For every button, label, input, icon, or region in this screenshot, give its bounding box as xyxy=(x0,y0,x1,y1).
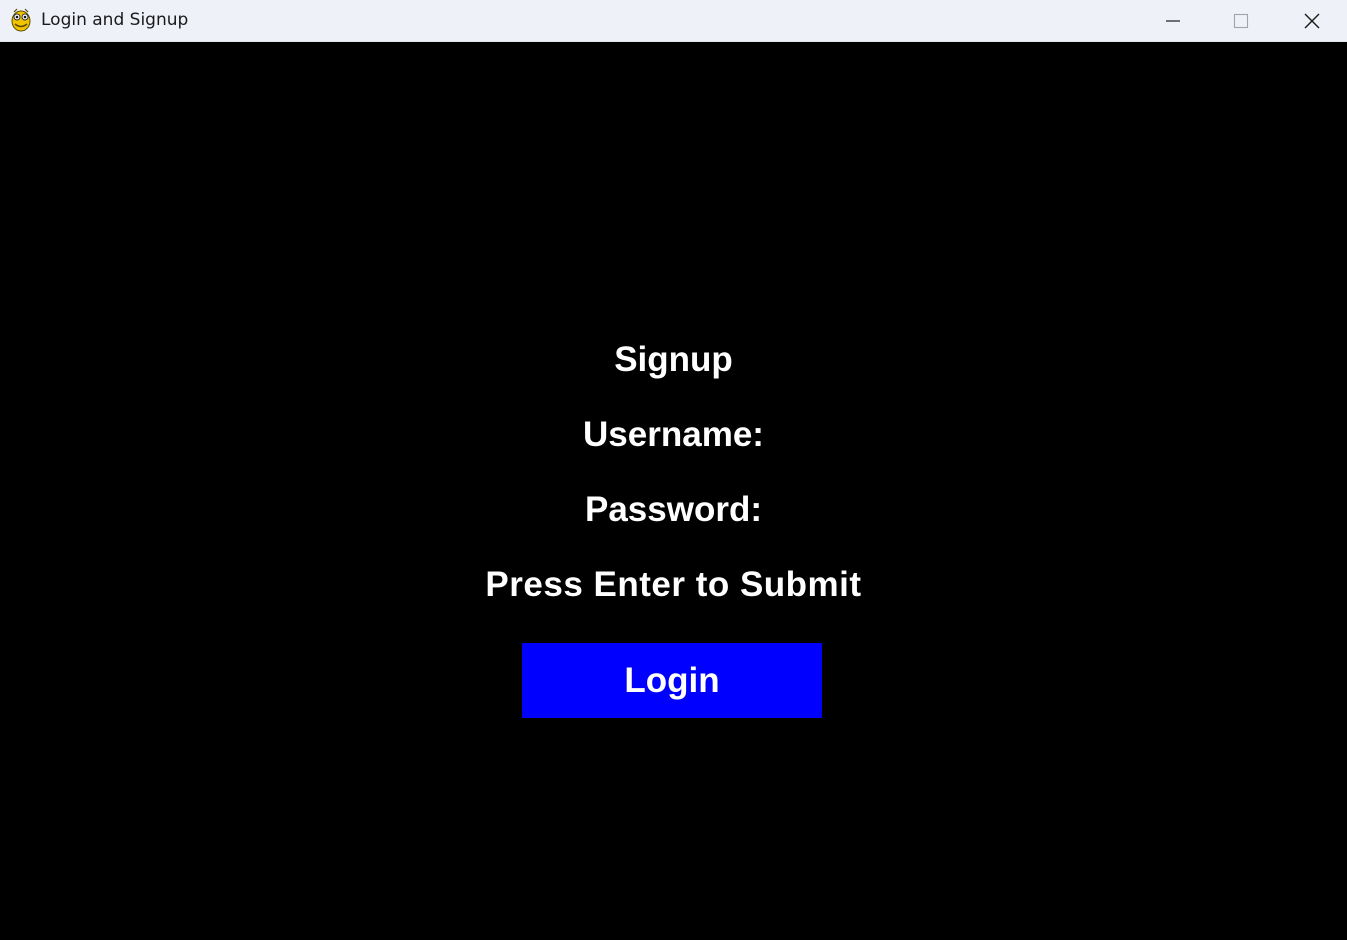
app-window: Login and Signup Signup Username: Passwo… xyxy=(0,0,1347,940)
game-canvas[interactable]: Signup Username: Password: Press Enter t… xyxy=(0,43,1347,940)
submit-hint: Press Enter to Submit xyxy=(485,565,862,604)
minimize-icon xyxy=(1165,13,1181,29)
pygame-snake-icon xyxy=(10,8,32,32)
username-field[interactable]: Username: xyxy=(0,415,1347,455)
login-button[interactable]: Login xyxy=(522,643,822,718)
close-icon xyxy=(1303,12,1321,30)
maximize-button[interactable] xyxy=(1208,0,1274,41)
form-heading: Signup xyxy=(614,340,733,379)
password-field[interactable]: Password: xyxy=(0,490,1347,530)
title-bar[interactable]: Login and Signup xyxy=(0,0,1347,42)
minimize-button[interactable] xyxy=(1140,0,1206,41)
close-button[interactable] xyxy=(1279,0,1345,41)
window-title: Login and Signup xyxy=(41,10,189,30)
maximize-icon xyxy=(1233,13,1249,29)
